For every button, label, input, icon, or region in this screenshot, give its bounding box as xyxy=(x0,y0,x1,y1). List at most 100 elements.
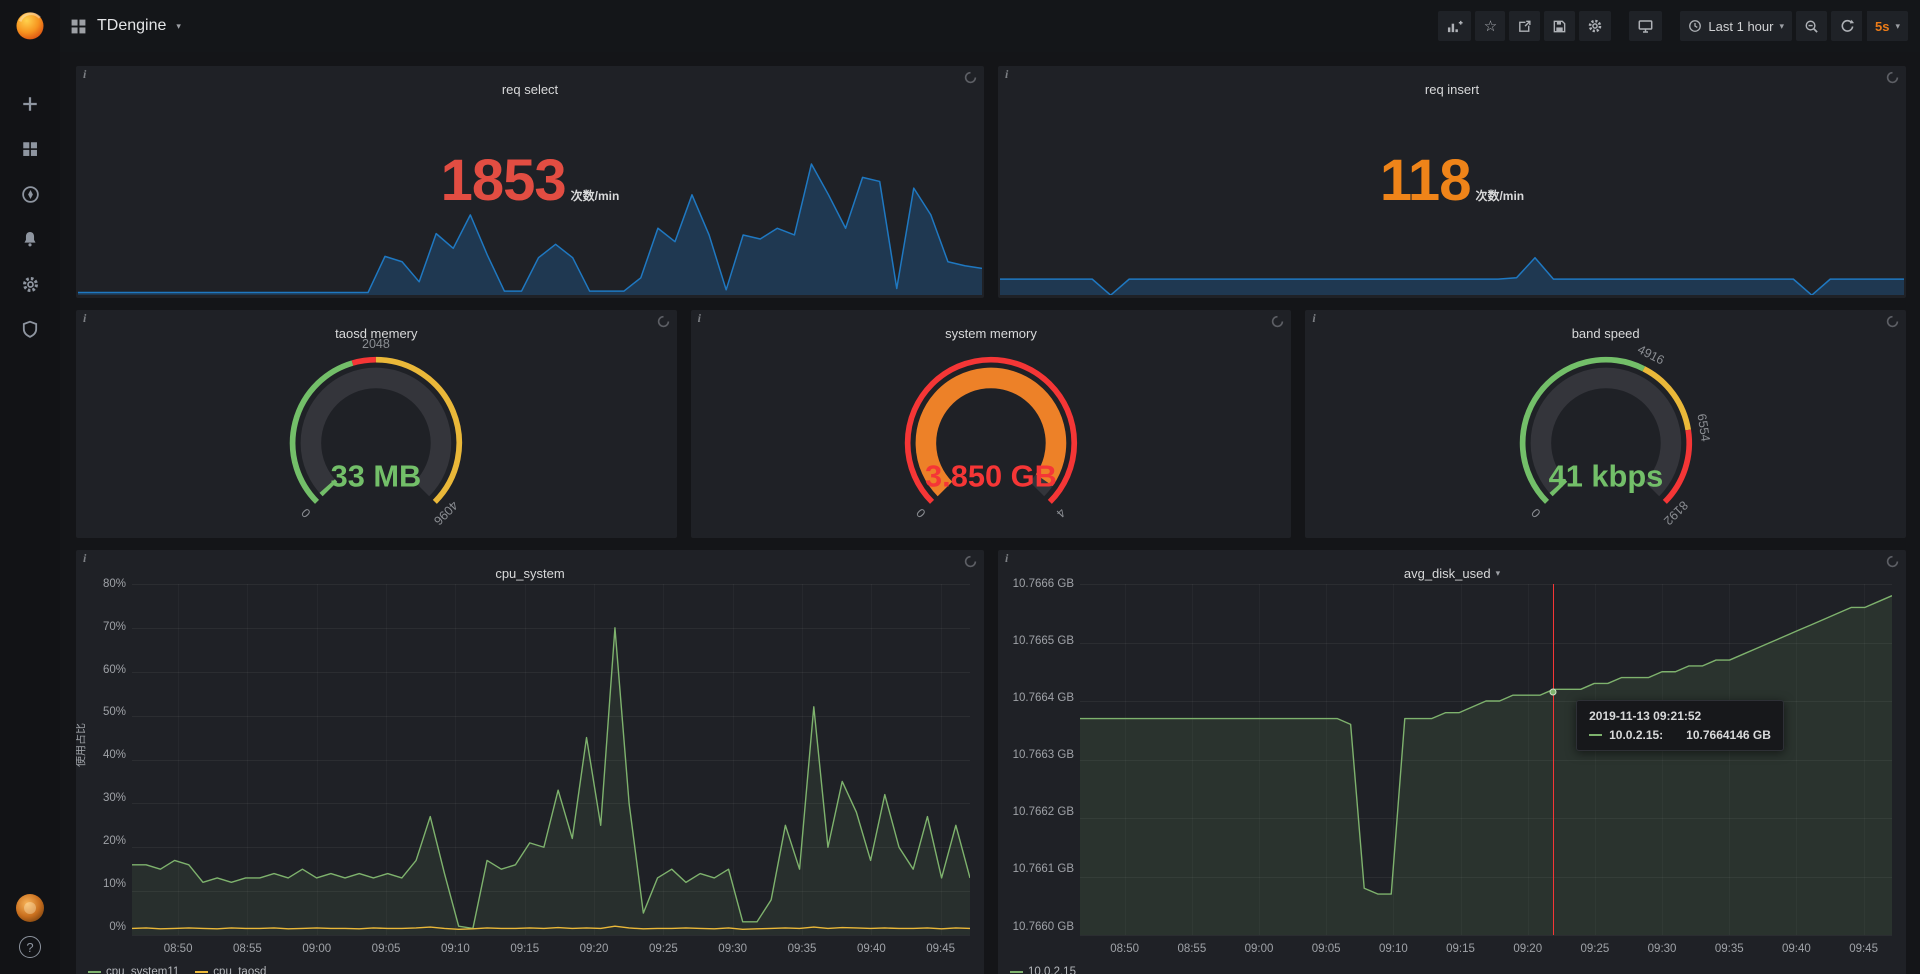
panel-taosd-memory: i taosd memery 02048409633 MB xyxy=(76,310,677,538)
sidebar-bottom: ? xyxy=(15,893,45,974)
legend-series-dash xyxy=(88,971,101,973)
admin-shield-icon[interactable] xyxy=(18,317,42,341)
alerting-bell-icon[interactable] xyxy=(18,227,42,251)
g-xlab: 09:45 xyxy=(926,943,955,955)
help-icon[interactable]: ? xyxy=(19,936,41,958)
sidebar: ? xyxy=(0,0,60,974)
panel-title[interactable]: cpu_system xyxy=(110,561,950,587)
g-ylab: 10.7663 GB xyxy=(1013,749,1074,761)
panel-title[interactable]: req select xyxy=(110,77,950,103)
time-range-label: Last 1 hour xyxy=(1708,19,1773,34)
gauge-svg: 043.850 GB xyxy=(854,338,1128,532)
panel-info-icon[interactable]: i xyxy=(83,67,86,82)
panel-info-icon[interactable]: i xyxy=(83,551,86,566)
settings-gear-icon[interactable] xyxy=(18,272,42,296)
dashboard-settings-button[interactable] xyxy=(1579,11,1611,41)
user-avatar[interactable] xyxy=(15,893,45,923)
panel-loading-icon xyxy=(1886,555,1899,573)
g-xlab: 08:50 xyxy=(164,943,193,955)
gauge-svg: 049166554819241 kbps xyxy=(1469,338,1743,532)
panel-band-speed: i band speed 049166554819241 kbps xyxy=(1305,310,1906,538)
panel-info-icon[interactable]: i xyxy=(83,311,86,326)
legend-item[interactable]: 10.0.2.15 xyxy=(1010,966,1076,974)
g-ylab: 0% xyxy=(109,921,126,933)
g-tooltip: 2019-11-13 09:21:52 10.0.2.15:10.7664146 … xyxy=(1576,700,1784,751)
panel-title[interactable]: taosd memery xyxy=(110,321,643,347)
g-xlab: 09:00 xyxy=(302,943,331,955)
g-xlab: 09:35 xyxy=(1715,943,1744,955)
g-xlab: 09:25 xyxy=(1580,943,1609,955)
refresh-interval-button[interactable]: 5s ▾ xyxy=(1867,11,1908,41)
panel-loading-icon xyxy=(964,71,977,89)
svg-text:33 MB: 33 MB xyxy=(331,458,422,493)
chart-legend: 10.0.2.15 xyxy=(1010,966,1076,974)
panel-info-icon[interactable]: i xyxy=(698,311,701,326)
g-xlab: 08:55 xyxy=(1177,943,1206,955)
grafana-logo[interactable] xyxy=(12,7,48,48)
g-ylab: 10.7660 GB xyxy=(1013,921,1074,933)
g-xlab: 09:25 xyxy=(649,943,678,955)
g-xlab: 09:40 xyxy=(857,943,886,955)
panel-req-select: i req select 1853 次数/min xyxy=(76,66,984,298)
legend-item[interactable]: cpu_taosd xyxy=(195,966,266,974)
panel-info-icon[interactable]: i xyxy=(1005,551,1008,566)
g-ylab: 50% xyxy=(103,706,126,718)
g-xlab: 08:50 xyxy=(1110,943,1139,955)
star-icon: ☆ xyxy=(1484,19,1497,34)
share-button[interactable] xyxy=(1509,11,1540,41)
zoom-out-button[interactable] xyxy=(1796,11,1827,41)
g-xlab: 09:35 xyxy=(788,943,817,955)
save-button[interactable] xyxy=(1544,11,1575,41)
star-button[interactable]: ☆ xyxy=(1475,11,1505,41)
panel-info-icon[interactable]: i xyxy=(1005,67,1008,82)
legend-series-dash xyxy=(1010,971,1023,973)
panel-cpu-system: i cpu_system 使用占比 0%10%20%30%40%50%60%70… xyxy=(76,550,984,974)
panel-title[interactable]: req insert xyxy=(1032,77,1872,103)
svg-text:0: 0 xyxy=(914,505,929,520)
zoom-out-icon xyxy=(1804,19,1819,34)
series-svg xyxy=(1080,584,1892,935)
cycle-view-button[interactable] xyxy=(1629,11,1662,41)
avatar-image xyxy=(15,893,45,923)
g-tt-row: 10.0.2.15:10.7664146 GB xyxy=(1589,728,1771,742)
g-xlab: 09:10 xyxy=(441,943,470,955)
svg-text:4: 4 xyxy=(1053,505,1068,520)
dashboard-title-button[interactable]: TDengine ▾ xyxy=(70,17,181,35)
g-ylab: 20% xyxy=(103,835,126,847)
g-ylab: 10.7661 GB xyxy=(1013,863,1074,875)
refresh-button[interactable] xyxy=(1831,11,1862,41)
g-tt-time: 2019-11-13 09:21:52 xyxy=(1589,709,1771,723)
g-xlab: 09:30 xyxy=(718,943,747,955)
panel-loading-icon xyxy=(657,315,670,333)
gauge-chart: 049166554819241 kbps xyxy=(1305,338,1906,532)
g-hline xyxy=(132,935,970,936)
series-svg xyxy=(132,584,970,935)
panel-title[interactable]: avg_disk_used ▾ xyxy=(1032,561,1872,587)
g-plot[interactable] xyxy=(132,584,970,935)
save-icon xyxy=(1552,19,1567,34)
clock-icon xyxy=(1688,19,1702,33)
panel-title[interactable]: band speed xyxy=(1339,321,1872,347)
dashboards-icon[interactable] xyxy=(18,137,42,161)
svg-text:8192: 8192 xyxy=(1661,498,1691,528)
g-yaxis: 10.7660 GB 10.7661 GB 10.7662 GB 10.7663 GB… xyxy=(1008,580,1080,935)
panel-loading-icon xyxy=(1886,71,1899,89)
panel-loading-icon xyxy=(964,555,977,573)
explore-compass-icon[interactable] xyxy=(18,182,42,206)
dashboard-grid-icon xyxy=(70,18,87,35)
panel-loading-icon xyxy=(1886,315,1899,333)
g-plot[interactable]: 2019-11-13 09:21:52 10.0.2.15:10.7664146 … xyxy=(1080,584,1892,935)
panel-info-icon[interactable]: i xyxy=(1312,311,1315,326)
time-range-button[interactable]: Last 1 hour ▾ xyxy=(1680,11,1792,41)
legend-series-name: cpu_system11 xyxy=(106,966,179,974)
add-panel-button[interactable] xyxy=(1438,11,1471,41)
g-xaxis: 08:5008:5509:0009:0509:1009:1509:2009:25… xyxy=(132,939,970,955)
g-xlab: 09:45 xyxy=(1849,943,1878,955)
create-plus-icon[interactable] xyxy=(18,92,42,116)
g-xlab: 09:05 xyxy=(372,943,401,955)
refresh-interval-label: 5s xyxy=(1875,19,1889,34)
svg-text:0: 0 xyxy=(299,505,314,520)
g-ylab: 10.7662 GB xyxy=(1013,806,1074,818)
panel-title[interactable]: system memory xyxy=(725,321,1258,347)
legend-item[interactable]: cpu_system11 xyxy=(88,966,179,974)
